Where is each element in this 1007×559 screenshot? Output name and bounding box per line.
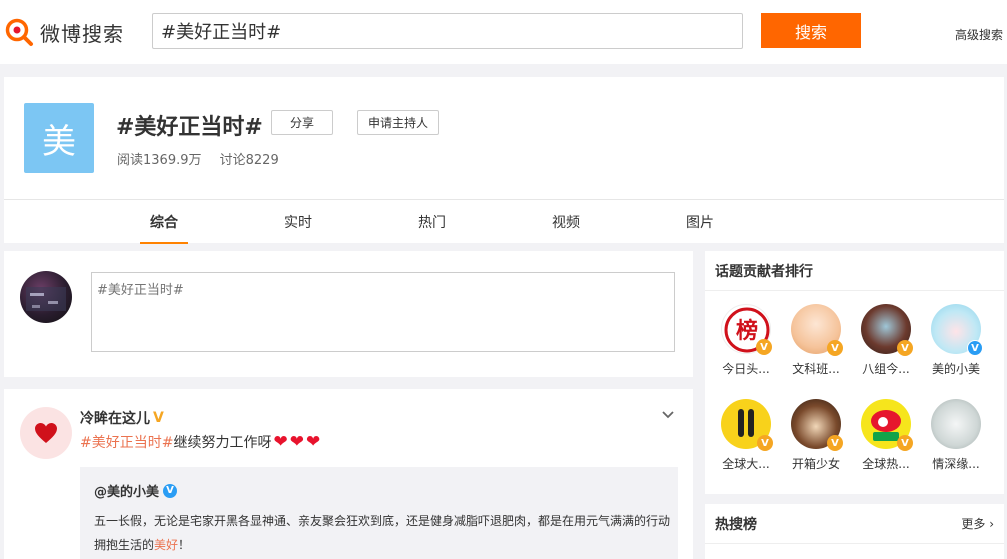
svg-text:榜: 榜 xyxy=(736,318,758,344)
verified-gold-icon: V xyxy=(153,410,164,426)
contributor-avatar[interactable]: V xyxy=(861,399,913,451)
contributor-avatar[interactable]: V xyxy=(861,304,913,356)
contributor-name[interactable]: 文科班... xyxy=(786,360,846,377)
repost-username-text[interactable]: @美的小美 xyxy=(94,481,159,500)
search-input[interactable] xyxy=(153,14,742,48)
read-count: 阅读1369.9万 xyxy=(117,153,202,168)
contributor-avatar[interactable]: V xyxy=(931,304,983,356)
verified-gold-icon: V xyxy=(897,340,913,356)
top-bar: 微博搜索 搜索 高级搜索 xyxy=(0,0,1007,64)
search-button[interactable]: 搜索 xyxy=(761,13,861,48)
contributor-item[interactable]: V 美的小美 xyxy=(926,304,986,377)
verified-gold-icon: V xyxy=(827,340,843,356)
search-box[interactable] xyxy=(152,13,743,49)
advanced-search-link[interactable]: 高级搜索 xyxy=(955,26,1003,43)
tab-pictures[interactable]: 图片 xyxy=(676,200,724,244)
hot-search-header: 热搜榜 更多 › xyxy=(705,504,1004,544)
tab-realtime[interactable]: 实时 xyxy=(274,200,322,244)
repost-highlight[interactable]: 美好 xyxy=(154,538,178,552)
feed-text: #美好正当时# 继续努力工作呀 ❤ ❤ ❤ xyxy=(80,432,320,452)
contributor-avatar[interactable]: 榜 V xyxy=(721,304,772,355)
feed-card: 冷眸在这儿 V #美好正当时# 继续努力工作呀 ❤ ❤ ❤ @美的小美 V 五一… xyxy=(4,389,693,559)
verified-gold-icon: V xyxy=(827,435,843,451)
feed-hashtag[interactable]: #美好正当时# xyxy=(80,432,173,452)
contributor-name[interactable]: 全球大... xyxy=(716,455,776,472)
contributor-name[interactable]: 今日头... xyxy=(716,360,776,377)
hot-search-more-link[interactable]: 更多 › xyxy=(961,515,994,532)
contributor-avatar[interactable]: V xyxy=(791,399,843,451)
contributor-item[interactable]: V 文科班... xyxy=(786,304,846,377)
hot-more-label[interactable]: 更多 xyxy=(961,517,985,531)
logo-text: 微博搜索 xyxy=(40,21,124,46)
weibo-search-logo[interactable]: 微博搜索 xyxy=(4,17,124,47)
hot-search-card: 热搜榜 更多 › xyxy=(705,504,1004,559)
contributors-card: 话题贡献者排行 榜 V 今日头... V 文科班... V 八组今... V 美… xyxy=(705,251,1004,494)
share-button[interactable]: 分享 xyxy=(271,110,333,135)
apply-host-button[interactable]: 申请主持人 xyxy=(357,110,439,135)
contributor-name[interactable]: 美的小美 xyxy=(926,360,986,377)
tab-hot[interactable]: 热门 xyxy=(408,200,456,244)
repost-text: 五一长假，无论是宅家开黑各显神通、亲友聚会狂欢到底，还是健身减脂吓退肥肉，都是在… xyxy=(94,509,674,557)
repost-text-after: ！ xyxy=(178,538,191,552)
post-input[interactable] xyxy=(91,272,675,352)
tab-comprehensive[interactable]: 综合 xyxy=(140,200,188,244)
repost-block[interactable]: @美的小美 V 五一长假，无论是宅家开黑各显神通、亲友聚会狂欢到底，还是健身减脂… xyxy=(80,467,678,559)
contributor-avatar[interactable]: V xyxy=(721,399,773,451)
feed-user-avatar[interactable] xyxy=(20,407,72,459)
search-logo-icon xyxy=(4,17,34,47)
topic-header-card: 美 #美好正当时# 分享 申请主持人 阅读1369.9万 讨论8229 综合 实… xyxy=(4,77,1004,244)
contributor-item[interactable]: V 八组今... xyxy=(856,304,916,377)
verified-gold-icon: V xyxy=(756,339,772,355)
topic-stats: 阅读1369.9万 讨论8229 xyxy=(117,149,293,168)
heart-emoji-icon: ❤ xyxy=(305,432,321,452)
discussion-count: 讨论8229 xyxy=(219,153,279,168)
heart-emoji-icon: ❤ xyxy=(289,432,304,452)
chevron-right-icon: › xyxy=(989,517,994,531)
verified-gold-icon: V xyxy=(897,435,913,451)
heart-avatar-icon xyxy=(35,423,57,443)
verified-blue-icon: V xyxy=(163,483,178,498)
hot-search-title: 热搜榜 xyxy=(715,516,757,533)
contributor-avatar[interactable]: V xyxy=(791,304,843,356)
topic-tabs: 综合 实时 热门 视频 图片 xyxy=(4,199,1004,244)
topic-title: #美好正当时# xyxy=(116,115,263,140)
contributor-item[interactable]: V 全球热... xyxy=(856,399,916,472)
chevron-down-icon[interactable] xyxy=(660,407,676,423)
tab-video[interactable]: 视频 xyxy=(542,200,590,244)
topic-icon: 美 xyxy=(24,103,94,173)
repost-username[interactable]: @美的小美 V xyxy=(94,481,178,500)
contributor-item[interactable]: 榜 V 今日头... xyxy=(716,304,776,377)
contributor-item[interactable]: V 全球大... xyxy=(716,399,776,472)
verified-gold-icon: V xyxy=(757,435,773,451)
contributor-name[interactable]: 情深缘... xyxy=(926,455,986,472)
contributor-name[interactable]: 八组今... xyxy=(856,360,916,377)
feed-username-text[interactable]: 冷眸在这儿 xyxy=(80,408,150,428)
feed-username[interactable]: 冷眸在这儿 V xyxy=(80,408,164,428)
current-user-avatar[interactable] xyxy=(20,271,72,323)
heart-emoji-icon: ❤ xyxy=(273,432,288,452)
contributor-item[interactable]: 情深缘... xyxy=(926,399,986,472)
contributors-title: 话题贡献者排行 xyxy=(705,251,1004,291)
feed-body: 继续努力工作呀 xyxy=(173,435,272,451)
contributor-item[interactable]: V 开箱少女 xyxy=(786,399,846,472)
contributor-name[interactable]: 开箱少女 xyxy=(786,455,846,472)
contributor-name[interactable]: 全球热... xyxy=(856,455,916,472)
post-composer xyxy=(4,251,693,377)
verified-blue-icon: V xyxy=(967,340,983,356)
contributor-avatar[interactable] xyxy=(931,399,981,449)
